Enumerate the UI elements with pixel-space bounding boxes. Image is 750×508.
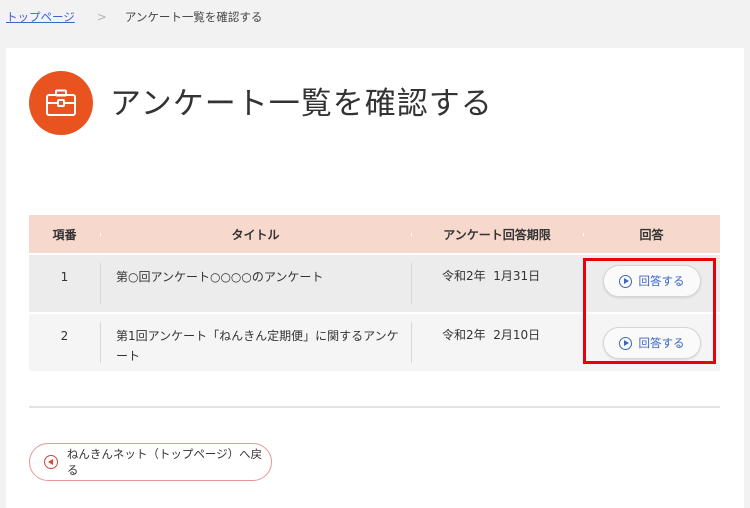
answer-button-label: 回答する: [638, 274, 685, 288]
row-title: 第○回アンケート○○○○のアンケート: [100, 255, 411, 312]
play-icon: [618, 336, 632, 350]
main-card: アンケート一覧を確認する 項番 タイトル アンケート回答期限 回答 1 第○回ア…: [6, 48, 744, 508]
header-deadline: アンケート回答期限: [411, 226, 583, 243]
row-deadline: 令和2年 1月31日: [411, 255, 583, 312]
row-deadline: 令和2年 2月10日: [411, 314, 583, 371]
table-header: 項番 タイトル アンケート回答期限 回答: [29, 215, 720, 253]
table-row: 1 第○回アンケート○○○○のアンケート 令和2年 1月31日 回答する: [29, 255, 720, 312]
play-icon: [618, 274, 632, 288]
page-title: アンケート一覧を確認する: [110, 86, 493, 122]
header-answer: 回答: [583, 226, 720, 243]
divider: [29, 406, 720, 408]
breadcrumb-current: アンケート一覧を確認する: [124, 10, 263, 24]
breadcrumb-home-link[interactable]: トップページ: [6, 9, 75, 25]
header-title: タイトル: [100, 226, 411, 243]
row-title: 第1回アンケート「ねんきん定期便」に関するアンケート: [100, 314, 411, 371]
answer-button[interactable]: 回答する: [602, 327, 701, 359]
answer-button[interactable]: 回答する: [602, 265, 701, 297]
breadcrumb: トップページ > アンケート一覧を確認する: [6, 9, 262, 25]
row-number: 1: [60, 270, 69, 284]
briefcase-icon-svg: [46, 89, 76, 116]
row-number: 2: [60, 329, 69, 343]
answer-button-label: 回答する: [638, 336, 685, 350]
row-answer-cell: 回答する: [583, 314, 720, 371]
row-answer-cell: 回答する: [583, 255, 720, 312]
briefcase-icon: [29, 71, 93, 135]
header-number: 項番: [52, 227, 77, 242]
circle-left-arrow-icon: [44, 455, 58, 469]
table-row: 2 第1回アンケート「ねんきん定期便」に関するアンケート 令和2年 2月10日 …: [29, 314, 720, 371]
back-to-top-label: ねんきんネット（トップページ）へ戻る: [66, 447, 263, 477]
survey-table: 項番 タイトル アンケート回答期限 回答 1 第○回アンケート○○○○のアンケー…: [29, 215, 720, 371]
breadcrumb-separator: >: [96, 10, 107, 24]
back-to-top-button[interactable]: ねんきんネット（トップページ）へ戻る: [29, 443, 272, 481]
